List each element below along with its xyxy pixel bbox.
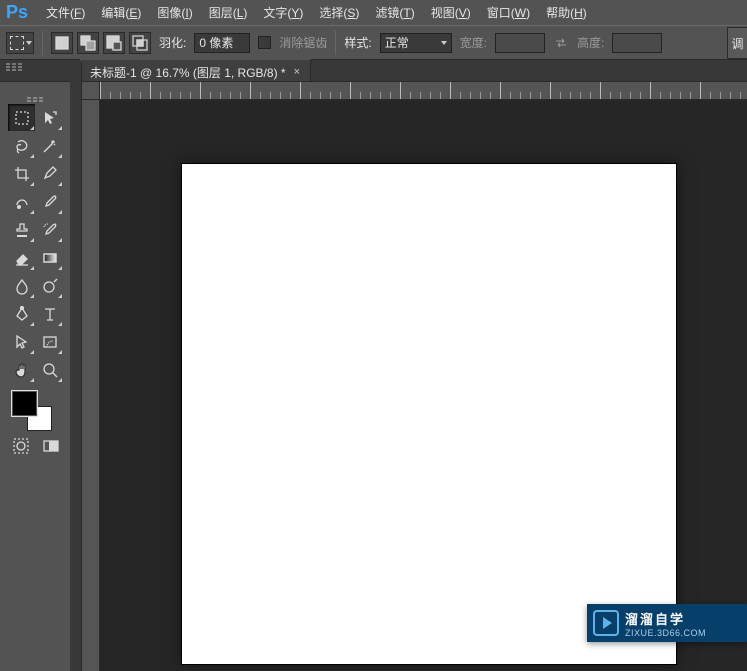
app-logo: Ps (2, 1, 32, 25)
quick-mask-icon[interactable] (12, 437, 30, 460)
menu-f[interactable]: 文件(F) (38, 1, 93, 24)
gradient-tool[interactable] (36, 244, 63, 271)
selection-new-button[interactable] (51, 32, 73, 54)
width-label: 宽度: (460, 34, 487, 51)
path-select-tool[interactable] (8, 328, 35, 355)
canvas-area: 溜溜自学 ZIXUE.3D66.COM (82, 82, 747, 671)
type-tool[interactable] (36, 300, 63, 327)
antialias-label: 消除锯齿 (279, 34, 327, 51)
tools-column (0, 82, 70, 671)
swap-dims-icon[interactable] (553, 35, 569, 51)
menu-t[interactable]: 滤镜(T) (367, 1, 422, 24)
style-label: 样式: (344, 34, 371, 51)
brush-tool[interactable] (36, 188, 63, 215)
divider (42, 31, 43, 55)
color-swatches[interactable] (12, 391, 52, 431)
dodge-tool[interactable] (36, 272, 63, 299)
play-icon (593, 610, 619, 636)
height-input (612, 33, 662, 53)
marquee-tool[interactable] (8, 104, 35, 131)
magic-wand-tool[interactable] (36, 132, 63, 159)
panel-grip[interactable] (6, 94, 64, 102)
style-select[interactable]: 正常 (380, 33, 452, 53)
close-icon[interactable]: × (294, 66, 300, 78)
style-value: 正常 (385, 34, 409, 51)
height-label: 高度: (577, 34, 604, 51)
document-tab[interactable]: 未标题-1 @ 16.7% (图层 1, RGB/8) * × (80, 59, 311, 81)
feather-input[interactable] (194, 33, 250, 53)
watermark-badge: 溜溜自学 ZIXUE.3D66.COM (587, 604, 747, 642)
options-bar: 羽化: 消除锯齿 样式: 正常 宽度: 高度: (0, 26, 747, 60)
menu-bar: Ps 文件(F)编辑(E)图像(I)图层(L)文字(Y)选择(S)滤镜(T)视图… (0, 0, 747, 26)
ruler-origin[interactable] (82, 82, 100, 100)
spot-heal-tool[interactable] (8, 188, 35, 215)
chevron-down-icon (441, 41, 447, 45)
history-brush-tool[interactable] (36, 216, 63, 243)
blur-tool[interactable] (8, 272, 35, 299)
menu-l[interactable]: 图层(L) (201, 1, 256, 24)
menu-y[interactable]: 文字(Y) (255, 1, 311, 24)
menu-i[interactable]: 图像(I) (149, 1, 200, 24)
chevron-down-icon (26, 41, 32, 45)
marquee-icon (10, 36, 24, 50)
lasso-tool[interactable] (8, 132, 35, 159)
selection-subtract-button[interactable] (103, 32, 125, 54)
menu-e[interactable]: 编辑(E) (93, 1, 149, 24)
pen-tool[interactable] (8, 300, 35, 327)
feather-label: 羽化: (159, 34, 186, 51)
collapsed-panel-strip[interactable] (70, 62, 82, 671)
menu-s[interactable]: 选择(S) (311, 1, 367, 24)
hand-tool[interactable] (8, 356, 35, 383)
watermark-sub: ZIXUE.3D66.COM (625, 628, 706, 638)
crop-tool[interactable] (8, 160, 35, 187)
ruler-vertical[interactable] (82, 100, 100, 671)
zoom-tool[interactable] (36, 356, 63, 383)
screen-mode-icon[interactable] (42, 437, 60, 460)
adjust-edge-button[interactable]: 调 (727, 27, 747, 59)
eraser-tool[interactable] (8, 244, 35, 271)
stamp-tool[interactable] (8, 216, 35, 243)
watermark-brand: 溜溜自学 (625, 609, 706, 628)
antialias-checkbox[interactable] (258, 36, 271, 49)
move-tool[interactable] (36, 104, 63, 131)
foreground-color-swatch[interactable] (12, 391, 37, 416)
panel-grip[interactable] (0, 62, 80, 72)
document-tab-title: 未标题-1 @ 16.7% (图层 1, RGB/8) * (90, 64, 286, 81)
selection-intersect-button[interactable] (129, 32, 151, 54)
selection-add-button[interactable] (77, 32, 99, 54)
menu-w[interactable]: 窗口(W) (479, 1, 538, 24)
selection-mode-group (51, 32, 151, 54)
menu-h[interactable]: 帮助(H) (538, 1, 595, 24)
eyedropper-tool[interactable] (36, 160, 63, 187)
menu-v[interactable]: 视图(V) (423, 1, 479, 24)
tool-preset-picker[interactable] (6, 32, 34, 54)
width-input (495, 33, 545, 53)
document-tab-bar: 未标题-1 @ 16.7% (图层 1, RGB/8) * × (0, 60, 747, 82)
ruler-horizontal[interactable] (100, 82, 747, 100)
tools-panel (6, 88, 64, 460)
divider (335, 31, 336, 55)
shape-tool[interactable] (36, 328, 63, 355)
